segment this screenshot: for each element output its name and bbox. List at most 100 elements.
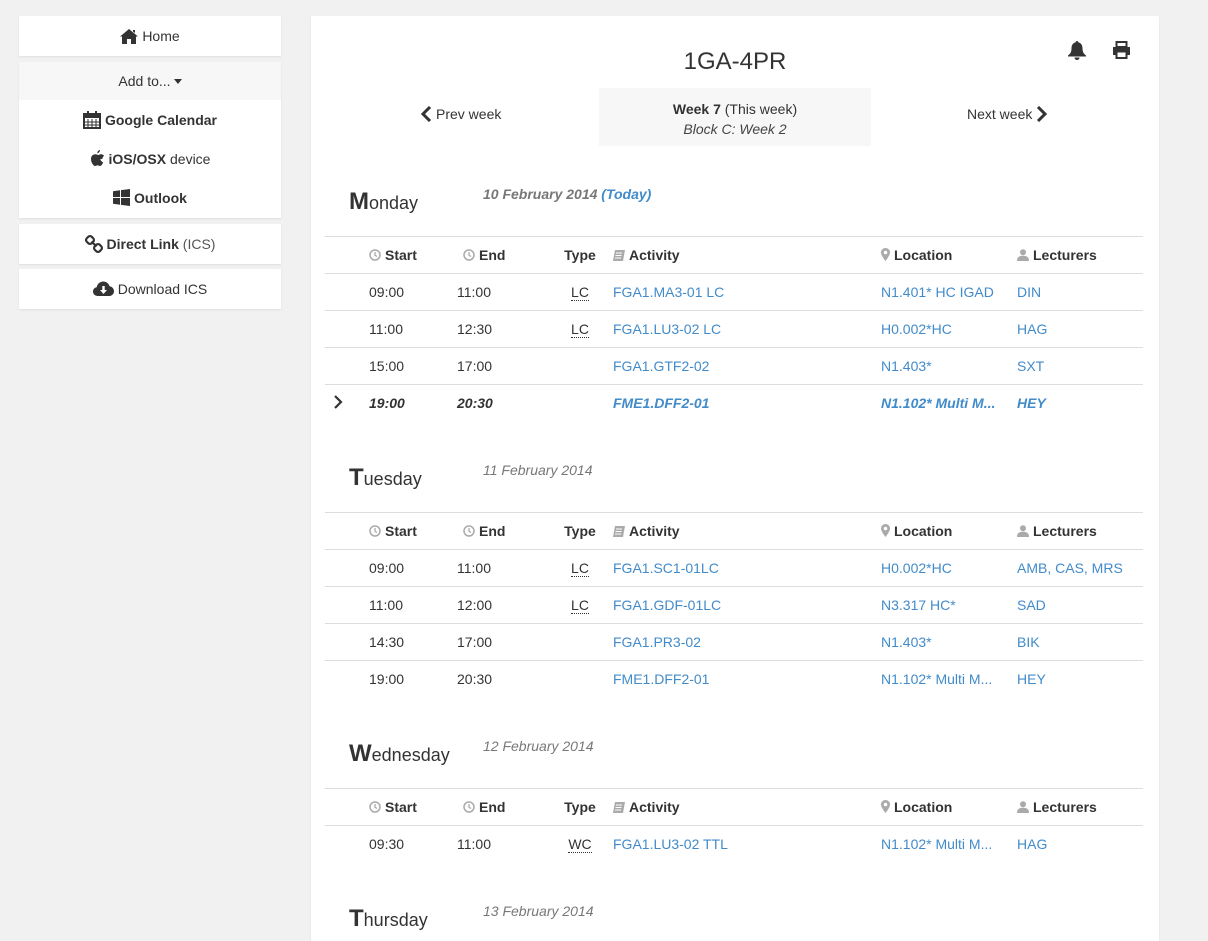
type-abbr: WC xyxy=(568,836,592,854)
location-cell: N1.102* Multi M... xyxy=(881,825,1017,863)
lecturers-link[interactable]: AMB, CAS, MRS xyxy=(1017,560,1123,576)
end-time: 12:00 xyxy=(447,586,551,624)
user-icon xyxy=(1017,801,1029,813)
location-link[interactable]: N1.403* xyxy=(881,634,932,650)
activity-link[interactable]: FGA1.MA3-01 LC xyxy=(613,284,724,300)
print-button[interactable] xyxy=(1112,41,1131,62)
activity-link[interactable]: FME1.DFF2-01 xyxy=(613,395,709,411)
day-header: Wednesday 12 February 2014 xyxy=(325,738,1143,788)
home-button[interactable]: Home xyxy=(19,16,281,56)
col-expander xyxy=(325,236,353,274)
page-title: 1GA-4PR xyxy=(683,48,787,75)
week-navigation: Prev week Week 7 (This week) Block C: We… xyxy=(311,88,1159,146)
lecturers-link[interactable]: BIK xyxy=(1017,634,1040,650)
type-abbr: LC xyxy=(571,284,589,301)
row-expander xyxy=(325,384,353,422)
col-activity-label: Activity xyxy=(629,523,680,539)
download-ics-label: Download ICS xyxy=(117,281,208,297)
col-start: Start xyxy=(353,236,447,274)
table-row[interactable]: 14:30 17:00 FGA1.PR3-02 N1.403* BIK xyxy=(325,623,1143,661)
activity-link[interactable]: FME1.DFF2-01 xyxy=(613,671,709,687)
lecturers-link[interactable]: HAG xyxy=(1017,836,1047,852)
col-location-label: Location xyxy=(894,799,953,815)
activity-link[interactable]: FGA1.GDF-01LC xyxy=(613,597,721,613)
direct-link-rest: (ICS) xyxy=(178,236,216,252)
lecturers-link[interactable]: SXT xyxy=(1017,358,1044,374)
lecturers-cell: SXT xyxy=(1017,347,1143,385)
table-row[interactable]: 15:00 17:00 FGA1.GTF2-02 N1.403* SXT xyxy=(325,347,1143,385)
activity-cell: FGA1.LU3-02 TTL xyxy=(609,825,881,863)
day-date: 13 February 2014 xyxy=(483,903,594,919)
location-link[interactable]: N1.403* xyxy=(881,358,932,374)
lecturers-link[interactable]: HAG xyxy=(1017,321,1047,337)
ios-device-button[interactable]: iOS/OSX device xyxy=(19,139,281,178)
table-row[interactable]: 11:00 12:30 LC FGA1.LU3-02 LC H0.002*HC HAG xyxy=(325,310,1143,348)
day-date-text: 12 February 2014 xyxy=(483,738,594,754)
location-link[interactable]: N1.102* Multi M... xyxy=(881,671,992,687)
day-section: Monday 10 February 2014 (Today) Start End Ty… xyxy=(325,186,1143,422)
home-panel: Home xyxy=(19,16,281,56)
activity-link[interactable]: FGA1.PR3-02 xyxy=(613,634,701,650)
col-location: Location xyxy=(881,788,1017,826)
lecturers-link[interactable]: SAD xyxy=(1017,597,1046,613)
current-week-box: Week 7 (This week) Block C: Week 2 xyxy=(599,88,871,146)
table-row[interactable]: 19:00 20:30 FME1.DFF2-01 N1.102* Multi M...… xyxy=(325,384,1143,422)
sidebar: Home Add to... Google Calendar iOS/OSX d… xyxy=(19,16,281,309)
outlook-button[interactable]: Outlook xyxy=(19,178,281,217)
location-link[interactable]: H0.002*HC xyxy=(881,321,952,337)
type-cell: LC xyxy=(551,586,609,624)
col-type: Type xyxy=(551,236,609,274)
day-name-rest: onday xyxy=(369,193,419,213)
col-activity: Activity xyxy=(609,788,881,826)
windows-icon xyxy=(113,189,131,206)
notifications-button[interactable] xyxy=(1068,41,1086,63)
calendar-icon xyxy=(82,110,101,129)
lecturers-link[interactable]: DIN xyxy=(1017,284,1041,300)
next-week-link[interactable]: Next week xyxy=(967,106,1048,122)
location-cell: N1.403* xyxy=(881,623,1017,661)
outlook-label: Outlook xyxy=(134,189,187,206)
lecturers-link[interactable]: HEY xyxy=(1017,671,1046,687)
activity-cell: FGA1.GDF-01LC xyxy=(609,586,881,624)
prev-week-link[interactable]: Prev week xyxy=(421,106,501,122)
activity-link[interactable]: FGA1.GTF2-02 xyxy=(613,358,709,374)
location-link[interactable]: N1.401* HC IGAD xyxy=(881,284,994,300)
table-row[interactable]: 19:00 20:30 FME1.DFF2-01 N1.102* Multi M...… xyxy=(325,660,1143,698)
location-link[interactable]: H0.002*HC xyxy=(881,560,952,576)
row-expander xyxy=(325,623,353,661)
lecturers-link[interactable]: HEY xyxy=(1017,395,1046,411)
col-expander xyxy=(325,788,353,826)
type-abbr: LC xyxy=(571,560,589,577)
table-row[interactable]: 09:30 11:00 WC FGA1.LU3-02 TTL N1.102* Multi… xyxy=(325,825,1143,863)
chevron-right-icon xyxy=(1037,106,1048,122)
start-time: 15:00 xyxy=(353,347,447,385)
col-end-label: End xyxy=(479,247,506,263)
table-row[interactable]: 09:00 11:00 LC FGA1.SC1-01LC H0.002*HC AMB, C… xyxy=(325,549,1143,587)
direct-link-button[interactable]: Direct Link (ICS) xyxy=(19,224,281,264)
user-icon xyxy=(1017,525,1029,537)
day-initial: T xyxy=(349,905,364,932)
col-activity-label: Activity xyxy=(629,247,680,263)
row-expander xyxy=(325,825,353,863)
add-to-panel: Add to... Google Calendar iOS/OSX device… xyxy=(19,62,281,218)
table-row[interactable]: 09:00 11:00 LC FGA1.MA3-01 LC N1.401* HC IGA… xyxy=(325,273,1143,311)
end-time: 11:00 xyxy=(447,825,551,863)
add-to-dropdown[interactable]: Add to... xyxy=(19,62,281,100)
col-lecturers-label: Lecturers xyxy=(1033,523,1097,539)
activity-link[interactable]: FGA1.LU3-02 TTL xyxy=(613,836,728,852)
col-lecturers-label: Lecturers xyxy=(1033,799,1097,815)
activity-cell: FGA1.LU3-02 LC xyxy=(609,310,881,348)
type-cell: LC xyxy=(551,273,609,311)
col-expander xyxy=(325,512,353,550)
day-header: Thursday 13 February 2014 xyxy=(325,903,1143,941)
activity-link[interactable]: FGA1.LU3-02 LC xyxy=(613,321,721,337)
type-cell: WC xyxy=(551,825,609,863)
table-row[interactable]: 11:00 12:00 LC FGA1.GDF-01LC N3.317 HC* SAD xyxy=(325,586,1143,624)
location-link[interactable]: N1.102* Multi M... xyxy=(881,836,992,852)
location-link[interactable]: N3.317 HC* xyxy=(881,597,956,613)
col-end: End xyxy=(447,788,551,826)
download-ics-button[interactable]: Download ICS xyxy=(19,269,281,309)
location-link[interactable]: N1.102* Multi M... xyxy=(881,395,995,411)
google-calendar-button[interactable]: Google Calendar xyxy=(19,100,281,139)
activity-link[interactable]: FGA1.SC1-01LC xyxy=(613,560,719,576)
